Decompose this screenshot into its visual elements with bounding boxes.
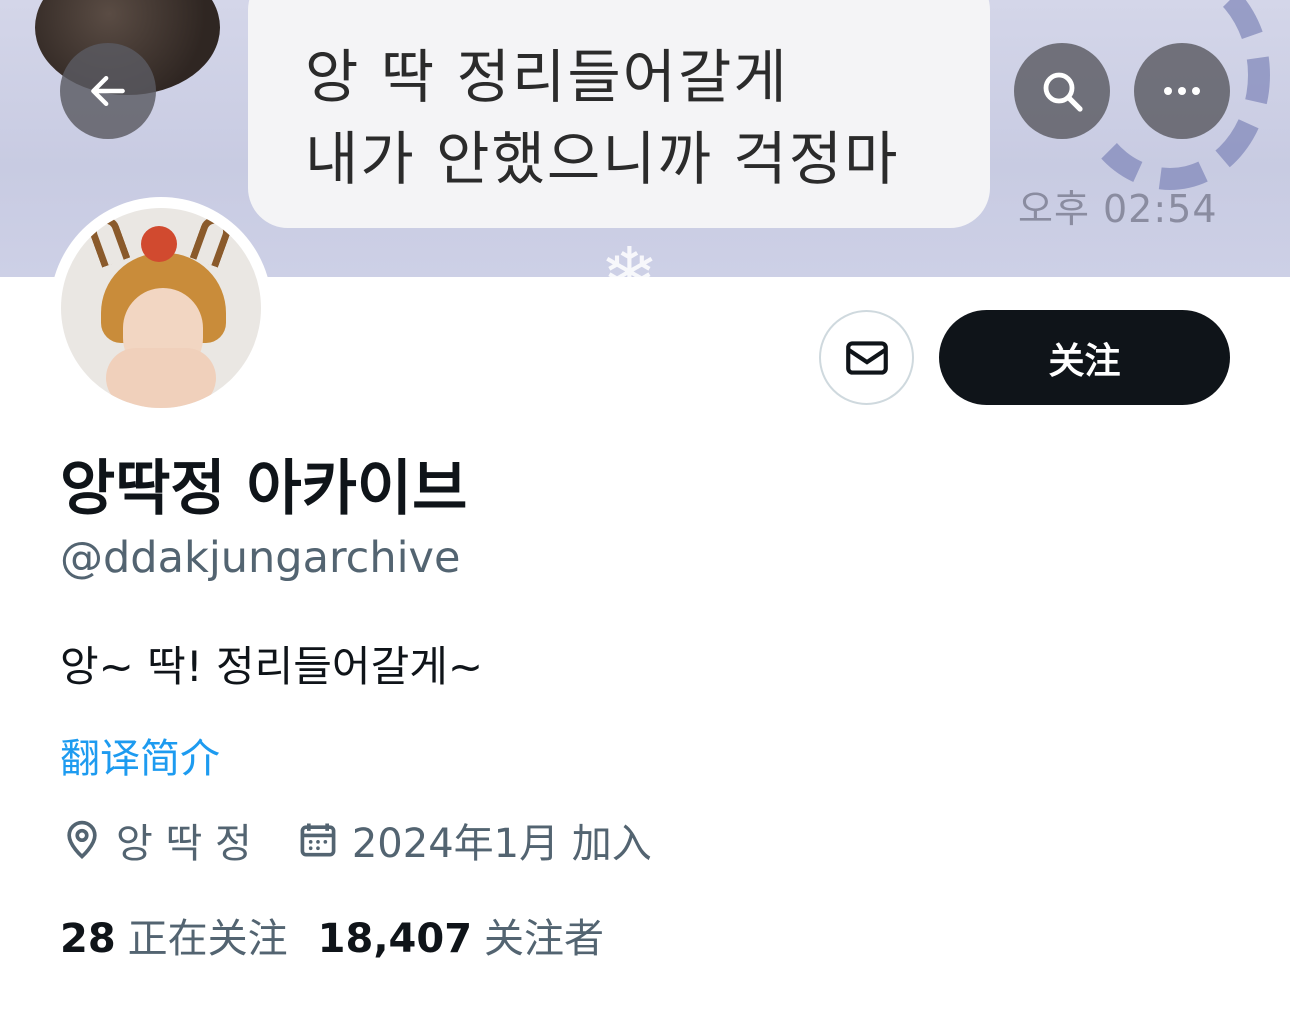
more-button[interactable]: [1134, 43, 1230, 139]
location-text: 앙 딱 정: [116, 821, 252, 867]
banner-chat-line-2: 내가 안했으니까 걱정마: [305, 125, 900, 193]
back-button[interactable]: [60, 43, 156, 139]
calendar-icon: [300, 823, 336, 857]
envelope-icon: [845, 340, 888, 375]
followers-count: 18,407: [317, 916, 473, 962]
message-button[interactable]: [819, 310, 914, 405]
profile-bio: 앙~ 딱! 정리들어갈게~: [60, 642, 484, 691]
followers-stat[interactable]: 18,407 关注者: [318, 906, 604, 964]
banner-chat-line-1: 앙 딱 정리들어갈게: [305, 43, 789, 111]
display-name: 앙딱정 아카이브: [60, 454, 468, 524]
location-pin-icon: [67, 820, 97, 859]
snowflake-icon: ❄: [600, 232, 659, 277]
location-item: 앙 딱 정: [60, 811, 252, 869]
joined-text: 2024年1月 加入: [351, 821, 652, 867]
avatar[interactable]: [61, 208, 261, 408]
profile-meta: 앙 딱 정 2024年1月 加入: [60, 812, 652, 868]
banner-chat-time: 오후 02:54: [1018, 187, 1218, 231]
arrow-left-icon: [91, 75, 125, 107]
follow-button[interactable]: 关注: [939, 310, 1230, 405]
following-label: 正在关注: [127, 916, 288, 962]
joined-item: 2024年1月 加入: [296, 811, 652, 869]
search-button[interactable]: [1014, 43, 1110, 139]
search-icon: [1043, 72, 1083, 112]
red-nose: [141, 226, 177, 262]
following-stat[interactable]: 28 正在关注: [60, 906, 288, 964]
profile-stats: 28 正在关注 18,407 关注者: [60, 906, 604, 964]
followers-label: 关注者: [484, 916, 605, 962]
user-handle: @ddakjungarchive: [60, 533, 461, 583]
following-count: 28: [60, 916, 116, 962]
avatar-hands: [106, 348, 216, 408]
translate-bio-link[interactable]: 翻译简介: [60, 726, 220, 784]
more-horizontal-icon: [1164, 87, 1200, 95]
